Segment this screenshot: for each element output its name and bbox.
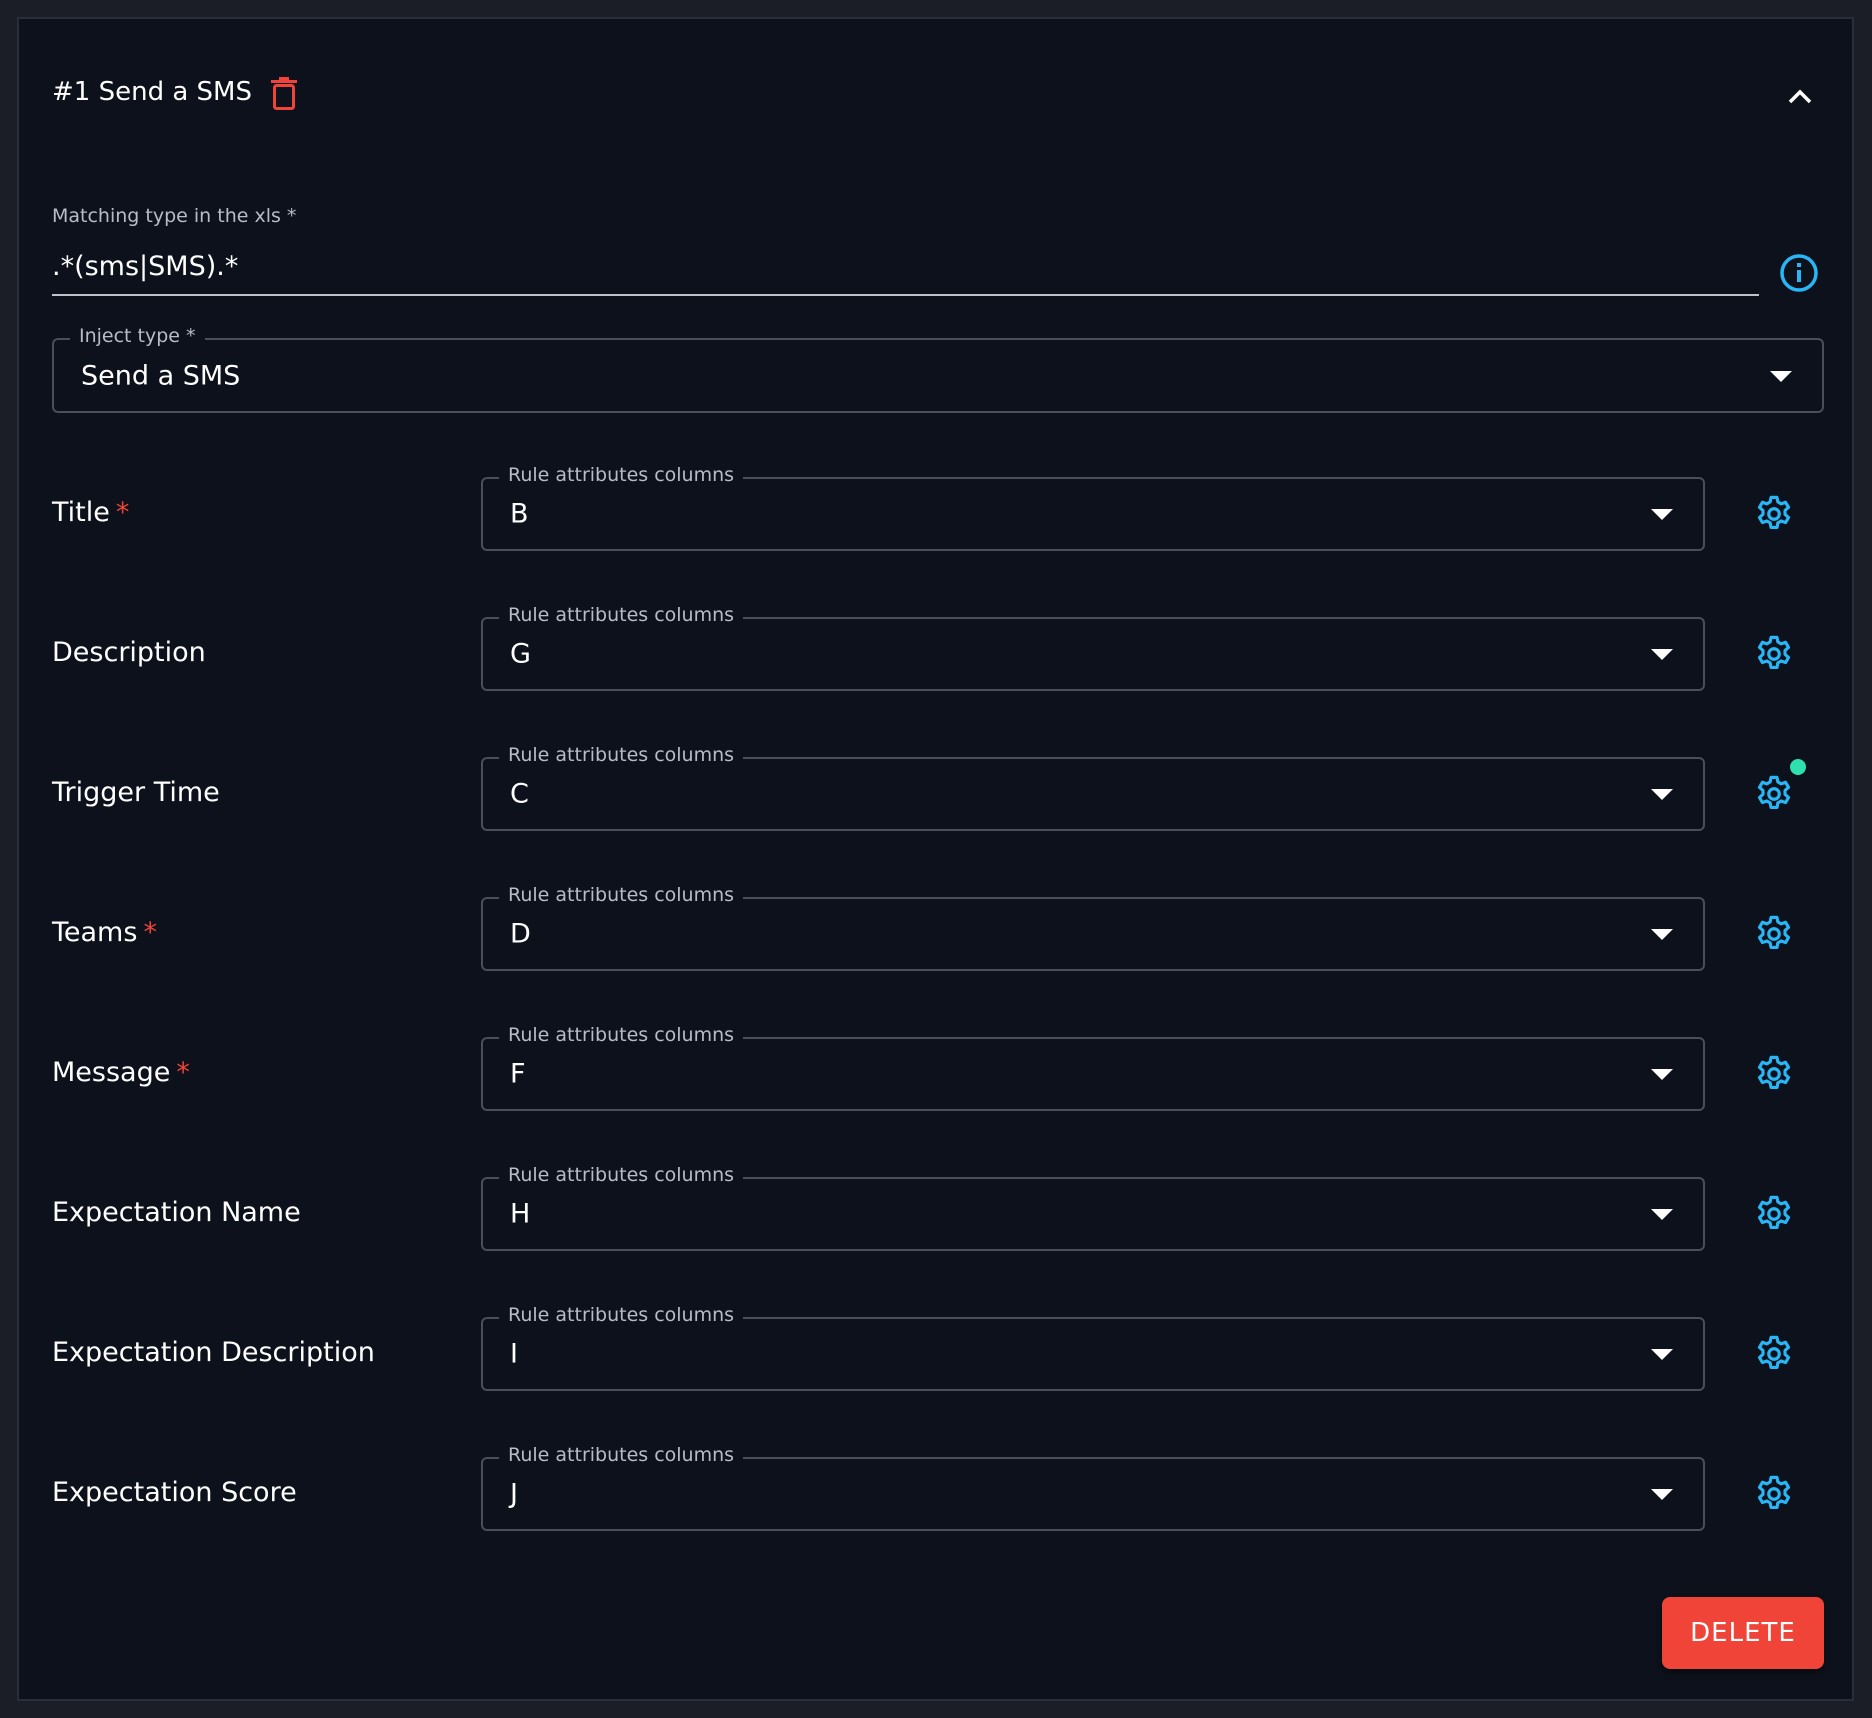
gear-icon[interactable] [1753,913,1795,955]
column-select-label: Rule attributes columns [499,884,743,906]
column-select-value: I [510,1339,518,1370]
required-asterisk: * [143,917,157,948]
inject-type-label: Inject type * [70,325,205,347]
status-dot-badge [1790,759,1806,775]
field-label-text: Trigger Time [52,777,220,808]
column-select[interactable]: Rule attributes columns J [481,1457,1705,1531]
field-label-text: Expectation Name [52,1197,301,1228]
column-select-value: J [510,1479,518,1510]
column-select[interactable]: Rule attributes columns H [481,1177,1705,1251]
field-label-text: Teams [52,917,137,948]
column-select[interactable]: Rule attributes columns G [481,617,1705,691]
field-label: Expectation Description [52,1337,375,1368]
delete-button[interactable]: DELETE [1662,1597,1824,1669]
matching-type-underline [52,294,1759,296]
matching-type-label: Matching type in the xls * [52,205,296,227]
column-select-label: Rule attributes columns [499,604,743,626]
column-select-value: G [510,639,531,670]
gear-icon[interactable] [1753,1333,1795,1375]
column-select-label: Rule attributes columns [499,464,743,486]
dropdown-arrow-icon [1651,1209,1673,1220]
required-asterisk: * [116,497,130,528]
column-select-value: H [510,1199,530,1230]
field-label-text: Title [52,497,110,528]
field-label: Description [52,637,206,668]
inject-type-value: Send a SMS [81,360,240,391]
field-label-text: Expectation Description [52,1337,375,1368]
field-label: Expectation Score [52,1477,297,1508]
inject-type-select[interactable]: Inject type * Send a SMS [52,338,1824,413]
gear-icon[interactable] [1753,1193,1795,1235]
column-select-value: C [510,779,529,810]
column-select[interactable]: Rule attributes columns B [481,477,1705,551]
column-select[interactable]: Rule attributes columns F [481,1037,1705,1111]
dropdown-arrow-icon [1651,649,1673,660]
column-select-label: Rule attributes columns [499,1444,743,1466]
dropdown-arrow-icon [1770,371,1792,382]
column-select-label: Rule attributes columns [499,744,743,766]
gear-icon[interactable] [1753,773,1795,815]
dropdown-arrow-icon [1651,1069,1673,1080]
column-select[interactable]: Rule attributes columns D [481,897,1705,971]
column-select-value: F [510,1059,526,1090]
column-select-label: Rule attributes columns [499,1024,743,1046]
column-select[interactable]: Rule attributes columns I [481,1317,1705,1391]
gear-icon[interactable] [1753,1053,1795,1095]
column-select[interactable]: Rule attributes columns C [481,757,1705,831]
gear-icon[interactable] [1753,493,1795,535]
field-label: Teams* [52,917,157,948]
gear-icon[interactable] [1753,633,1795,675]
field-label-text: Expectation Score [52,1477,297,1508]
field-label: Trigger Time [52,777,220,808]
dropdown-arrow-icon [1651,929,1673,940]
column-select-label: Rule attributes columns [499,1164,743,1186]
field-label-text: Message [52,1057,170,1088]
column-select-label: Rule attributes columns [499,1304,743,1326]
gear-icon[interactable] [1753,1473,1795,1515]
field-label: Expectation Name [52,1197,301,1228]
rule-card: #1 Send a SMS Matching type in the xls *… [17,17,1854,1701]
dropdown-arrow-icon [1651,789,1673,800]
field-label: Title* [52,497,129,528]
chevron-up-icon[interactable] [1784,81,1816,113]
required-asterisk: * [176,1057,190,1088]
dropdown-arrow-icon [1651,509,1673,520]
trash-icon[interactable] [269,77,299,111]
matching-type-input[interactable]: .*(sms|SMS).* [52,251,238,282]
info-icon[interactable] [1779,253,1819,293]
rule-title: #1 Send a SMS [52,77,252,107]
dropdown-arrow-icon [1651,1349,1673,1360]
field-label-text: Description [52,637,206,668]
column-select-value: B [510,499,529,530]
column-select-value: D [510,919,531,950]
field-label: Message* [52,1057,190,1088]
dropdown-arrow-icon [1651,1489,1673,1500]
